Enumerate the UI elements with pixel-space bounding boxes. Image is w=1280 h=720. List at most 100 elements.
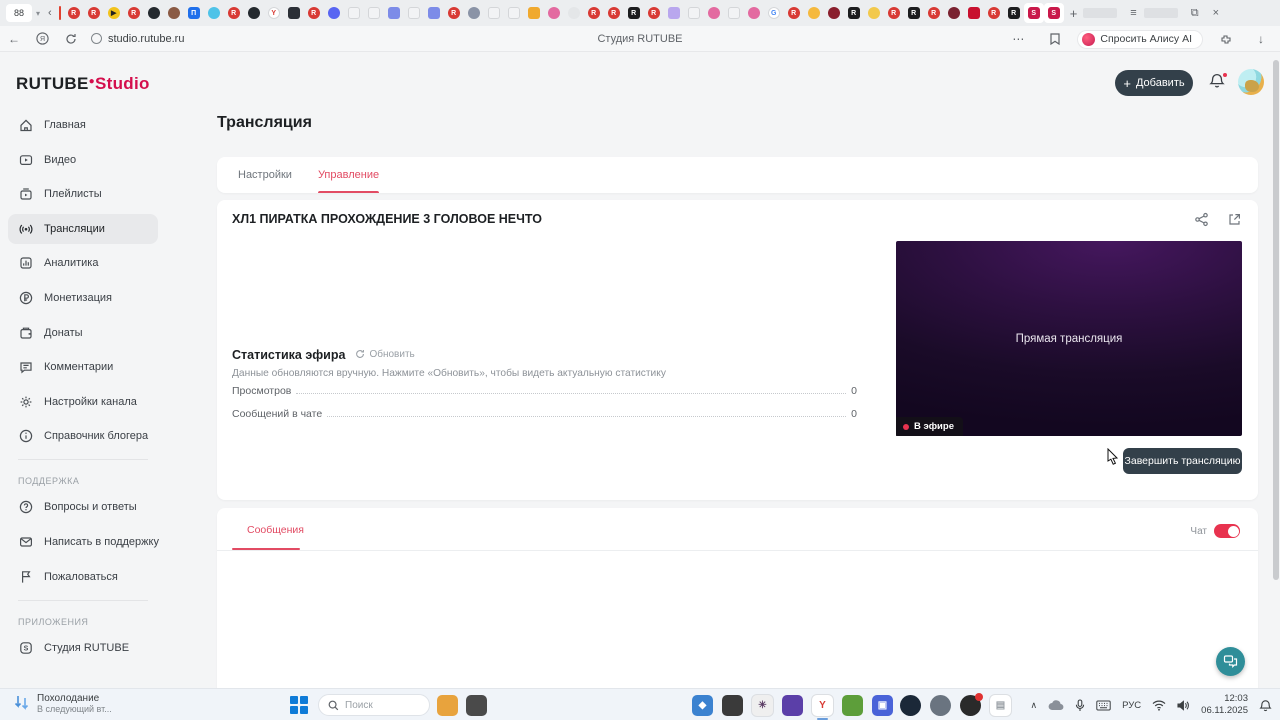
cat-app-icon[interactable] bbox=[782, 695, 803, 716]
sidebar-item-broadcasts[interactable]: Трансляции bbox=[8, 213, 158, 244]
rutube-studio-logo[interactable]: RUTUBE●Studio bbox=[16, 74, 150, 94]
sidebar-item-channel-settings[interactable]: Настройки канала bbox=[8, 387, 158, 417]
pinned-tab[interactable]: R bbox=[584, 3, 604, 23]
pinned-tab[interactable]: R bbox=[304, 3, 324, 23]
address-url[interactable]: studio.rutube.ru bbox=[108, 33, 184, 45]
pinned-tab[interactable] bbox=[324, 3, 344, 23]
pinned-tab[interactable]: П bbox=[184, 3, 204, 23]
pinned-tab[interactable]: R bbox=[644, 3, 664, 23]
open-external-icon[interactable] bbox=[1227, 212, 1242, 227]
refresh-stats-button[interactable]: Обновить bbox=[355, 349, 415, 360]
chevron-down-icon[interactable]: ▾ bbox=[36, 9, 40, 18]
refresh-icon[interactable] bbox=[65, 33, 77, 45]
pinned-tab[interactable] bbox=[504, 3, 524, 23]
profile-icon[interactable]: Я bbox=[36, 32, 49, 45]
page-scrollbar[interactable] bbox=[1272, 56, 1279, 684]
file-explorer-icon[interactable] bbox=[466, 695, 487, 716]
tab-counter-button[interactable]: 88 bbox=[6, 4, 32, 22]
taskbar-clock[interactable]: 12:03 06.11.2025 bbox=[1201, 693, 1248, 717]
scroll-tabs-left-icon[interactable]: ‹ bbox=[48, 7, 52, 19]
pinned-tab[interactable] bbox=[204, 3, 224, 23]
pinned-tab[interactable]: R bbox=[84, 3, 104, 23]
support-chat-fab[interactable] bbox=[1216, 647, 1245, 676]
discord-taskbar-icon[interactable] bbox=[930, 695, 951, 716]
pinned-tab[interactable] bbox=[704, 3, 724, 23]
bookmark-icon[interactable] bbox=[1050, 33, 1061, 45]
pinned-tab[interactable]: R bbox=[884, 3, 904, 23]
sidebar-item-playlists[interactable]: Плейлисты bbox=[8, 179, 158, 209]
pinned-tab[interactable]: R bbox=[64, 3, 84, 23]
volume-icon[interactable] bbox=[1177, 699, 1190, 711]
tab-settings[interactable]: Настройки bbox=[238, 157, 292, 193]
chat-toggle[interactable] bbox=[1214, 524, 1240, 538]
tab-messages[interactable]: Сообщения bbox=[247, 524, 304, 536]
pinned-tab[interactable] bbox=[804, 3, 824, 23]
pinned-tab[interactable] bbox=[724, 3, 744, 23]
back-icon[interactable]: ← bbox=[8, 32, 20, 46]
sidebar-item-contact-support[interactable]: Написать в поддержку bbox=[8, 527, 159, 557]
stream-player[interactable]: Прямая трансляция В эфире bbox=[896, 241, 1242, 436]
pinned-tab[interactable]: R bbox=[604, 3, 624, 23]
alice-ai-button[interactable]: Спросить Алису AI bbox=[1078, 30, 1202, 48]
mail-app-icon[interactable]: ▣ bbox=[872, 695, 893, 716]
touch-keyboard-icon[interactable] bbox=[1096, 700, 1111, 711]
pinned-tab[interactable] bbox=[384, 3, 404, 23]
pinned-tab[interactable] bbox=[964, 3, 984, 23]
pinned-tab[interactable]: R bbox=[124, 3, 144, 23]
new-tab-button[interactable]: + bbox=[1070, 6, 1078, 21]
minecraft-icon[interactable] bbox=[842, 695, 863, 716]
pinned-tab[interactable] bbox=[864, 3, 884, 23]
onedrive-cloud-icon[interactable] bbox=[1048, 699, 1064, 711]
sidebar-item-video[interactable]: Видео bbox=[8, 145, 158, 175]
widgets-taskbar-icon[interactable] bbox=[437, 695, 458, 716]
tab-management[interactable]: Управление bbox=[317, 157, 380, 193]
app-blue-icon[interactable]: ◆ bbox=[692, 695, 713, 716]
tray-chevron-icon[interactable]: ∧ bbox=[1031, 700, 1038, 711]
pinned-tab[interactable]: R bbox=[624, 3, 644, 23]
wot-game-icon[interactable] bbox=[722, 695, 743, 716]
sidebar-item-blogger-guide[interactable]: Справочник блогера bbox=[8, 421, 158, 451]
more-icon[interactable]: ⋯ bbox=[1012, 32, 1024, 46]
avatar[interactable] bbox=[1238, 69, 1264, 95]
pinned-tab[interactable] bbox=[144, 3, 164, 23]
pinned-tab[interactable]: Y bbox=[264, 3, 284, 23]
sidebar-item-studio-app[interactable]: S Студия RUTUBE bbox=[8, 633, 158, 663]
media-record-icon[interactable] bbox=[960, 693, 983, 716]
crosshair-app-icon[interactable]: ✳ bbox=[752, 695, 773, 716]
sidebar-item-analytics[interactable]: Аналитика bbox=[8, 248, 158, 278]
sidebar-item-home[interactable]: Главная bbox=[8, 110, 158, 140]
sidebar-item-comments[interactable]: Комментарии bbox=[8, 352, 158, 382]
sidebar-item-monetization[interactable]: Монетизация bbox=[8, 283, 158, 313]
notifications-button[interactable] bbox=[1208, 72, 1230, 94]
close-window-icon[interactable]: × bbox=[1213, 7, 1219, 19]
browser-menu-icon[interactable]: ≡ bbox=[1130, 7, 1136, 19]
extensions-icon[interactable] bbox=[1220, 33, 1232, 45]
language-indicator[interactable]: РУС bbox=[1122, 700, 1141, 711]
pinned-tab[interactable] bbox=[744, 3, 764, 23]
downloads-icon[interactable]: ↓ bbox=[1258, 32, 1264, 46]
pinned-tab[interactable] bbox=[944, 3, 964, 23]
pinned-tab[interactable] bbox=[364, 3, 384, 23]
pinned-tab[interactable] bbox=[664, 3, 684, 23]
pinned-tab[interactable]: ▶ bbox=[104, 3, 124, 23]
pinned-tab[interactable]: R bbox=[924, 3, 944, 23]
pinned-tab[interactable]: R bbox=[224, 3, 244, 23]
pinned-tab[interactable]: R bbox=[784, 3, 804, 23]
pinned-tab[interactable]: R bbox=[444, 3, 464, 23]
scrollbar-thumb[interactable] bbox=[1273, 60, 1279, 580]
steam-icon[interactable] bbox=[900, 695, 921, 716]
pinned-tab[interactable] bbox=[484, 3, 504, 23]
pinned-tab[interactable] bbox=[684, 3, 704, 23]
pinned-tab[interactable]: R bbox=[984, 3, 1004, 23]
taskbar-search[interactable]: Поиск bbox=[318, 694, 430, 716]
notification-center-icon[interactable] bbox=[1259, 699, 1272, 712]
address-bar[interactable]: studio.rutube.ru bbox=[91, 33, 184, 45]
restore-window-icon[interactable]: ⧉ bbox=[1191, 7, 1199, 20]
sidebar-item-donations[interactable]: Донаты bbox=[8, 318, 158, 348]
pinned-tab[interactable] bbox=[424, 3, 444, 23]
end-stream-button[interactable]: Завершить трансляцию bbox=[1123, 448, 1242, 474]
share-icon[interactable] bbox=[1194, 212, 1209, 227]
pinned-tab[interactable]: S bbox=[1023, 3, 1044, 23]
pinned-tab[interactable]: R bbox=[1004, 3, 1024, 23]
wifi-icon[interactable] bbox=[1152, 700, 1166, 711]
